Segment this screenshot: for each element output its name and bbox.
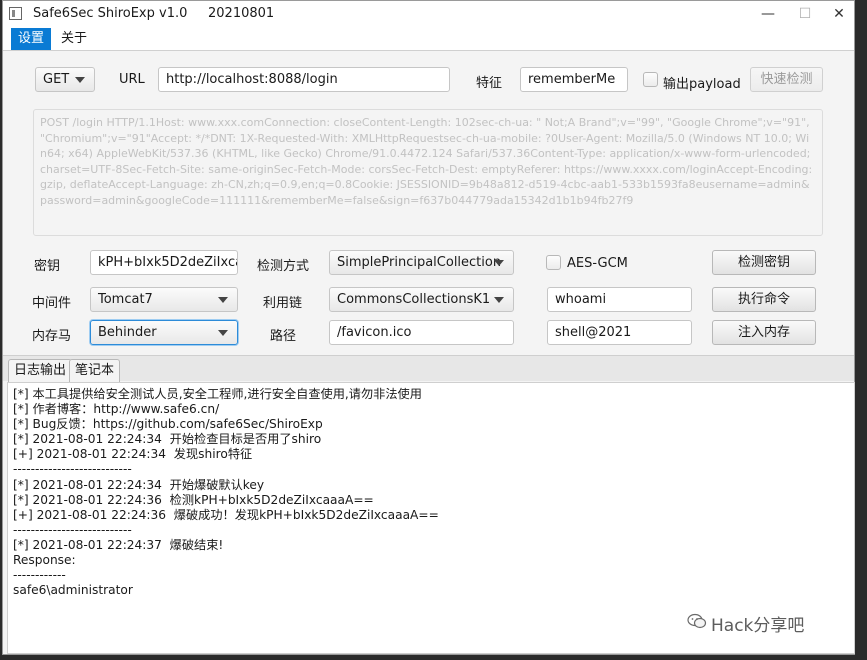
log-separator: ------------ [13,568,66,583]
memshell-select[interactable]: Behinder [90,320,238,345]
http-method-select[interactable]: GET [35,67,95,92]
log-separator: --------------------------- [13,462,132,477]
log-line: [*] 2021-08-01 22:24:36 检测kPH+bIxk5D2deZ… [13,492,374,507]
log-line: [*] 2021-08-01 22:24:37 爆破结束! [13,537,224,552]
watermark-text: Hack分享吧 [711,616,805,636]
gadget-chain-select[interactable]: CommonsCollectionsK1 [329,287,514,312]
url-input[interactable]: http://localhost:8088/login [158,67,450,92]
log-line: safe6\administrator [13,583,133,598]
gadget-label: 利用链 [263,296,303,311]
aes-gcm-label: AES-GCM [567,256,628,271]
chevron-down-icon [218,330,228,336]
inject-memshell-button[interactable]: 注入内存 [712,320,816,345]
tab-log-output[interactable]: 日志输出 [8,359,73,382]
menu-bar: 设置 关于 [3,27,854,51]
log-separator: --------------------------- [13,522,132,537]
log-line: [*] 作者博客：http://www.safe6.cn/ [13,402,220,417]
middleware-select[interactable]: Tomcat7 [90,287,238,312]
app-icon [9,7,22,20]
url-label: URL [119,72,145,87]
path-input[interactable]: /favicon.ico [329,320,514,345]
quick-check-button[interactable]: 快速检测 [750,67,823,92]
tab-notebook[interactable]: 笔记本 [69,359,121,382]
output-payload-checkbox[interactable] [643,72,658,87]
log-line: [+] 2021-08-01 22:24:36 爆破成功！发现kPH+bIxk5… [13,507,439,522]
detect-method-label: 检测方式 [257,259,310,274]
middleware-label: 中间件 [32,296,72,311]
shell-password-input[interactable]: shell@2021 [547,320,692,345]
memshell-label: 内存马 [32,329,72,344]
feature-input[interactable]: rememberMe [520,67,628,92]
execute-command-button[interactable]: 执行命令 [712,287,816,312]
command-input[interactable]: whoami [547,287,692,312]
key-label: 密钥 [34,259,61,274]
gadget-chain-value: CommonsCollectionsK1 [337,292,491,307]
memshell-value: Behinder [98,325,157,340]
path-label: 路径 [270,329,297,344]
wechat-icon [687,613,707,629]
window-version-date: 20210801 [208,6,275,21]
detect-key-button[interactable]: 检测密钥 [712,250,816,275]
chevron-down-icon [494,297,504,303]
detect-method-value: SimplePrincipalCollection [337,255,502,270]
key-input[interactable]: kPH+bIxk5D2deZiIxcaa [90,250,238,275]
log-line: [*] 2021-08-01 22:24:34 开始爆破默认key [13,477,265,492]
request-template-textarea[interactable]: POST /login HTTP/1.1Host: www.xxx.comCon… [33,109,823,236]
log-line: [*] 2021-08-01 22:24:34 开始检查目标是否用了shiro [13,432,322,447]
feature-label: 特征 [476,76,503,91]
log-line: [+] 2021-08-01 22:24:34 发现shiro特征 [13,447,253,462]
close-icon[interactable]: ✕ [821,3,857,25]
menu-settings[interactable]: 设置 [11,28,52,50]
window-title: Safe6Sec ShiroExp v1.0 [33,6,188,21]
menu-about[interactable]: 关于 [54,28,94,50]
detect-method-select[interactable]: SimplePrincipalCollection [329,250,514,275]
output-payload-label: 输出payload [663,77,741,92]
app-window: Safe6Sec ShiroExp v1.0 20210801 — ☐ ✕ 设置… [2,0,855,655]
title-bar[interactable]: Safe6Sec ShiroExp v1.0 20210801 — ☐ ✕ [3,1,854,27]
http-method-value: GET [43,72,70,87]
log-tab-strip: 日志输出 笔记本 [3,355,854,382]
aes-gcm-checkbox[interactable] [546,255,561,270]
minimize-icon[interactable]: — [750,3,786,25]
log-line: [*] Bug反馈：https://github.com/safe6Sec/Sh… [13,417,323,432]
maximize-icon[interactable]: ☐ [787,3,823,25]
log-line: [*] 本工具提供给安全测试人员,安全工程师,进行安全自查使用,请勿非法使用 [13,387,422,401]
log-line: Response: [13,553,76,568]
middleware-value: Tomcat7 [98,292,153,307]
chevron-down-icon [494,260,504,266]
chevron-down-icon [218,297,228,303]
chevron-down-icon [75,77,85,83]
